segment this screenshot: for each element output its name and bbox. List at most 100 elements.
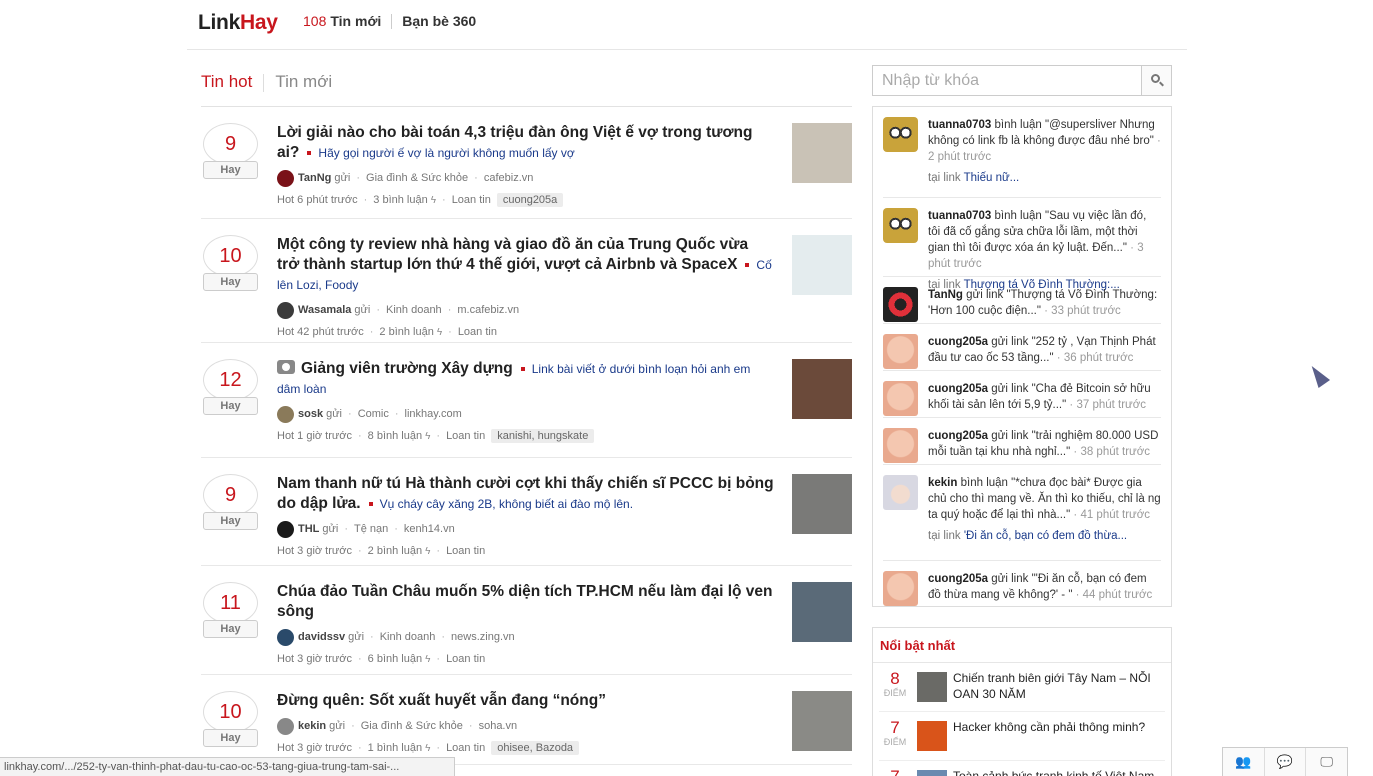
item-category[interactable]: Kinh doanh — [386, 304, 442, 316]
item-title[interactable]: Một công ty review nhà hàng và giao đồ ă… — [277, 235, 774, 295]
activity-link[interactable]: Thiếu nữ... — [964, 172, 1020, 184]
activity-text[interactable]: kekin bình luận "*chưa đọc bài* Được gia… — [928, 475, 1161, 523]
user-name[interactable]: kekin — [298, 720, 326, 732]
comments-link[interactable]: 3 bình luận — [373, 194, 427, 206]
comments-link[interactable]: 1 bình luận — [368, 742, 422, 754]
comments-link[interactable]: 2 bình luận — [368, 545, 422, 557]
activity-link[interactable]: 'Đi ăn cỗ, bạn có đem đồ thừa... — [964, 530, 1127, 542]
user-avatar[interactable] — [277, 717, 294, 735]
featured-item[interactable]: 8 ĐIỂM Chiến tranh biên giới Tây Nam – NỖ… — [879, 663, 1165, 712]
spreaders-tag[interactable]: kanishi, hungskate — [491, 429, 595, 443]
featured-title[interactable]: Chiến tranh biên giới Tây Nam – NỖI OAN … — [953, 670, 1155, 702]
item-thumbnail[interactable] — [792, 582, 852, 642]
tab-new[interactable]: Tin mới — [275, 72, 332, 92]
spreaders-tag[interactable]: ohisee, Bazoda — [491, 741, 580, 755]
chat-dock-button[interactable]: 💬 — [1265, 748, 1307, 776]
vote-button[interactable]: Hay — [203, 397, 258, 415]
vote-button[interactable]: Hay — [203, 161, 258, 179]
item-thumbnail[interactable] — [792, 474, 852, 534]
user-avatar[interactable] — [277, 169, 294, 187]
vote-button[interactable]: Hay — [203, 620, 258, 638]
spread-link[interactable]: Loan tin — [452, 194, 491, 206]
item-title[interactable]: Lời giải nào cho bài toán 4,3 triệu đàn … — [277, 123, 774, 163]
featured-title[interactable]: Hacker không cần phải thông minh? — [953, 719, 1155, 735]
activity-text[interactable]: cuong205a gửi link "trải nghiệm 80.000 U… — [928, 428, 1161, 460]
site-logo[interactable]: LinkHay — [198, 11, 278, 35]
friends-dock-button[interactable]: 👥 — [1223, 748, 1265, 776]
user-avatar[interactable] — [277, 405, 294, 423]
featured-title[interactable]: Toàn cảnh bức tranh kinh tế Việt Nam — [953, 768, 1155, 776]
item-thumbnail[interactable] — [792, 123, 852, 183]
activity-user[interactable]: cuong205a — [928, 383, 988, 395]
activity-avatar[interactable] — [883, 381, 918, 416]
item-title[interactable]: Nam thanh nữ tú Hà thành cười cợt khi th… — [277, 474, 774, 514]
user-avatar[interactable] — [277, 520, 294, 538]
item-title[interactable]: Giảng viên trường Xây dựng Link bài viết … — [277, 359, 774, 399]
activity-text[interactable]: cuong205a gửi link "252 tỷ , Vạn Thịnh P… — [928, 334, 1161, 366]
item-title[interactable]: Chúa đảo Tuần Châu muốn 5% diện tích TP.… — [277, 582, 774, 622]
vote-button[interactable]: Hay — [203, 273, 258, 291]
item-source[interactable]: soha.vn — [479, 720, 518, 732]
featured-thumbnail[interactable] — [917, 721, 947, 751]
comments-link[interactable]: 6 bình luận — [368, 653, 422, 665]
item-source[interactable]: linkhay.com — [405, 408, 462, 420]
activity-user[interactable]: tuanna0703 — [928, 119, 991, 131]
user-name[interactable]: sosk — [298, 408, 323, 420]
search-button[interactable] — [1141, 66, 1171, 95]
activity-avatar[interactable] — [883, 287, 918, 322]
spreaders-tag[interactable]: cuong205a — [496, 193, 564, 207]
user-avatar[interactable] — [277, 628, 294, 646]
activity-avatar[interactable] — [883, 428, 918, 463]
activity-user[interactable]: cuong205a — [928, 336, 988, 348]
item-source[interactable]: m.cafebiz.vn — [457, 304, 519, 316]
comments-link[interactable]: 2 bình luận — [379, 326, 433, 338]
featured-thumbnail[interactable] — [917, 770, 947, 776]
featured-thumbnail[interactable] — [917, 672, 947, 702]
featured-item[interactable]: 7 ĐIỂM Hacker không cần phải thông minh? — [879, 712, 1165, 761]
activity-text[interactable]: cuong205a gửi link "Cha đẻ Bitcoin sở hữ… — [928, 381, 1161, 413]
comments-link[interactable]: 8 bình luận — [368, 430, 422, 442]
item-title[interactable]: Đừng quên: Sốt xuất huyết vẫn đang “nóng… — [277, 691, 774, 711]
activity-text[interactable]: cuong205a gửi link "'Đi ăn cỗ, bạn có đe… — [928, 571, 1161, 603]
item-category[interactable]: Tệ nạn — [354, 523, 388, 535]
spread-link[interactable]: Loan tin — [446, 653, 485, 665]
item-thumbnail[interactable] — [792, 359, 852, 419]
item-source[interactable]: kenh14.vn — [404, 523, 455, 535]
activity-user[interactable]: tuanna0703 — [928, 210, 991, 222]
tab-hot[interactable]: Tin hot — [201, 72, 252, 92]
activity-user[interactable]: TanNg — [928, 289, 963, 301]
activity-avatar[interactable] — [883, 475, 918, 510]
user-avatar[interactable] — [277, 301, 294, 319]
friends-link[interactable]: Bạn bè 360 — [402, 13, 476, 29]
activity-avatar[interactable] — [883, 117, 918, 152]
activity-text[interactable]: tuanna0703 bình luận "Sau vụ việc lần đó… — [928, 208, 1161, 272]
user-name[interactable]: THL — [298, 523, 319, 535]
item-thumbnail[interactable] — [792, 235, 852, 295]
item-category[interactable]: Gia đình & Sức khỏe — [361, 720, 463, 732]
user-name[interactable]: davidssv — [298, 631, 345, 643]
activity-avatar[interactable] — [883, 208, 918, 243]
spread-link[interactable]: Loan tin — [458, 326, 497, 338]
item-thumbnail[interactable] — [792, 691, 852, 751]
activity-avatar[interactable] — [883, 334, 918, 369]
vote-button[interactable]: Hay — [203, 512, 258, 530]
item-category[interactable]: Kinh doanh — [380, 631, 436, 643]
item-source[interactable]: cafebiz.vn — [484, 172, 534, 184]
new-posts-link[interactable]: Tin mới — [330, 13, 381, 29]
activity-user[interactable]: cuong205a — [928, 573, 988, 585]
search-box[interactable]: Nhập từ khóa — [872, 65, 1172, 96]
spread-link[interactable]: Loan tin — [446, 545, 485, 557]
item-category[interactable]: Gia đình & Sức khỏe — [366, 172, 468, 184]
item-category[interactable]: Comic — [358, 408, 389, 420]
user-name[interactable]: Wasamala — [298, 304, 351, 316]
spread-link[interactable]: Loan tin — [446, 742, 485, 754]
item-source[interactable]: news.zing.vn — [451, 631, 515, 643]
activity-text[interactable]: TanNg gửi link "Thượng tá Võ Đình Thường… — [928, 287, 1161, 319]
activity-user[interactable]: kekin — [928, 477, 957, 489]
spread-link[interactable]: Loan tin — [446, 430, 485, 442]
activity-user[interactable]: cuong205a — [928, 430, 988, 442]
featured-item[interactable]: 7ĐIỂM Toàn cảnh bức tranh kinh tế Việt N… — [879, 761, 1165, 776]
vote-button[interactable]: Hay — [203, 729, 258, 747]
user-name[interactable]: TanNg — [298, 172, 331, 184]
activity-avatar[interactable] — [883, 571, 918, 606]
